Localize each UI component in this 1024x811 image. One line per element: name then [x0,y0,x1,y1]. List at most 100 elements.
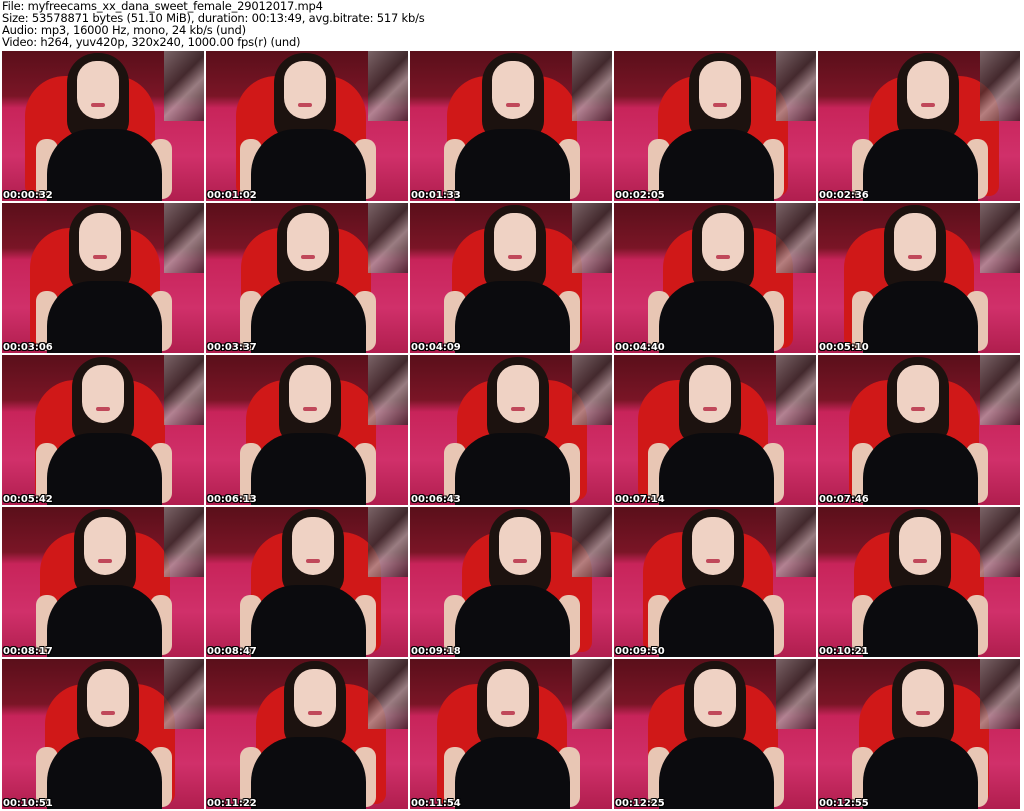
thumbnail-image [298,103,312,107]
timestamp-label: 00:08:47 [207,646,257,657]
thumbnail-image [164,355,204,425]
video-thumbnail: 00:02:05 [614,51,816,201]
timestamp-label: 00:11:22 [207,798,257,809]
timestamp-label: 00:02:05 [615,190,665,201]
video-thumbnail: 00:12:55 [818,659,1020,809]
thumbnail-image [251,585,366,657]
thumbnail-image [705,559,720,563]
thumbnail-image [496,365,539,423]
thumbnail-image [572,203,612,273]
thumbnail-image [368,507,408,577]
video-thumbnail: 00:02:36 [818,51,1020,201]
thumbnail-image [499,517,541,575]
thumbnail-image [164,507,204,577]
thumbnail-image [251,281,366,353]
thumbnail-image [920,103,935,107]
thumbnail-image [286,213,329,271]
thumbnail-image [510,407,525,411]
thumbnail-image [47,737,162,809]
thumbnail-image [494,213,536,271]
video-info: Video: h264, yuv420p, 320x240, 1000.00 f… [2,35,301,49]
thumbnail-image [368,355,408,425]
thumbnail-image [980,51,1020,121]
thumbnail-image [699,61,741,119]
thumbnail-image [95,407,110,411]
thumbnail-image [486,669,529,727]
thumbnail-image [980,507,1020,577]
thumbnail-image [455,737,570,809]
timestamp-label: 00:05:10 [819,342,869,353]
timestamp-label: 00:05:42 [3,494,53,505]
timestamp-label: 00:11:54 [411,798,461,809]
video-thumbnail: 00:11:54 [410,659,612,809]
thumbnail-image [901,669,944,727]
thumbnail-image [659,585,774,657]
timestamp-label: 00:09:50 [615,646,665,657]
timestamp-label: 00:10:51 [3,798,53,809]
thumbnail-image [776,355,816,425]
thumbnail-image [863,129,978,201]
thumbnail-image [863,433,978,505]
thumbnail-image [289,365,331,423]
thumbnail-image [164,659,204,729]
timestamp-label: 00:03:37 [207,342,257,353]
file-info-header: File: myfreecams_xx_dana_sweet_female_29… [2,0,425,48]
thumbnail-image [915,711,930,715]
video-thumbnail: 00:10:21 [818,507,1020,657]
timestamp-label: 00:06:13 [207,494,257,505]
video-thumbnail: 00:10:51 [2,659,204,809]
thumbnail-image [47,129,162,201]
thumbnail-image [93,255,107,259]
thumbnail-image [305,559,320,563]
thumbnail-image [251,433,366,505]
thumbnail-image [455,129,570,201]
video-thumbnail: 00:09:50 [614,507,816,657]
thumbnail-image [303,407,317,411]
thumbnail-image [659,281,774,353]
timestamp-label: 00:01:33 [411,190,461,201]
thumbnail-image [86,669,129,727]
thumbnail-image [368,51,408,121]
timestamp-label: 00:10:21 [819,646,869,657]
thumbnail-image [513,559,527,563]
timestamp-label: 00:00:32 [3,190,53,201]
thumbnail-image [455,433,570,505]
thumbnail-image [691,517,734,575]
thumbnail-image [79,213,121,271]
thumbnail-image [899,517,941,575]
thumbnail-image [164,51,204,121]
timestamp-label: 00:12:55 [819,798,869,809]
thumbnail-image [294,669,336,727]
video-thumbnail: 00:05:10 [818,203,1020,353]
thumbnail-image [455,281,570,353]
thumbnail-image [701,213,744,271]
video-thumbnail: 00:09:18 [410,507,612,657]
thumbnail-image [910,407,925,411]
thumbnail-image [284,61,326,119]
thumbnail-image [505,103,520,107]
thumbnail-image [100,711,115,715]
thumbnail-image [694,669,736,727]
thumbnail-image [776,507,816,577]
thumbnail-image [896,365,939,423]
timestamp-label: 00:03:06 [3,342,53,353]
thumbnail-image [659,737,774,809]
timestamp-label: 00:04:40 [615,342,665,353]
timestamp-label: 00:12:25 [615,798,665,809]
thumbnail-image [90,103,105,107]
thumbnail-image [81,365,124,423]
thumbnail-image [251,737,366,809]
thumbnail-image [47,281,162,353]
thumbnail-image [713,103,727,107]
thumbnail-image [300,255,315,259]
video-thumbnail: 00:04:40 [614,203,816,353]
video-thumbnail: 00:06:13 [206,355,408,505]
thumbnail-image [572,659,612,729]
thumbnail-image [500,711,515,715]
thumbnail-image [84,517,126,575]
timestamp-label: 00:08:17 [3,646,53,657]
thumbnail-grid: 00:00:32 00:01:02 00:01:33 00:02:05 00:02:36… [2,51,1020,809]
video-thumbnail: 00:08:47 [206,507,408,657]
thumbnail-image [164,203,204,273]
video-thumbnail: 00:07:14 [614,355,816,505]
